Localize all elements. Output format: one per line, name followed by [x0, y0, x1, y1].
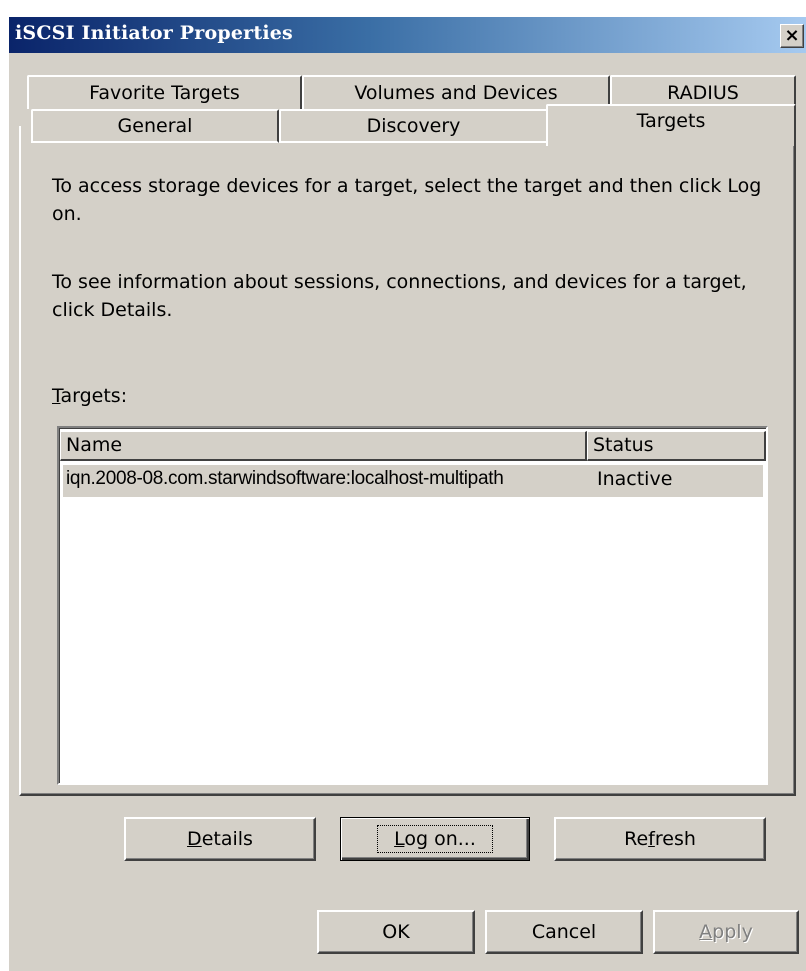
tab-favorite-targets[interactable]: Favorite Targets	[27, 75, 302, 109]
window-title: iSCSI Initiator Properties	[15, 22, 293, 44]
details-accelerator: D	[187, 828, 202, 850]
tab-label: Discovery	[366, 115, 461, 137]
target-name-cell: iqn.2008-08.com.starwindsoftware:localho…	[66, 468, 504, 489]
close-button[interactable]: ×	[780, 24, 804, 48]
tab-label: Volumes and Devices	[354, 82, 558, 104]
apply-button-label: Apply	[699, 921, 753, 943]
tab-general[interactable]: General	[31, 109, 279, 143]
log-on-button-label: Log on...	[377, 825, 493, 853]
column-header-label: Name	[66, 434, 123, 456]
details-button[interactable]: Details	[124, 817, 316, 861]
details-button-label: Details	[187, 828, 253, 850]
table-row[interactable]: iqn.2008-08.com.starwindsoftware:localho…	[63, 465, 763, 497]
refresh-accelerator: f	[648, 828, 655, 850]
tab-label: RADIUS	[667, 82, 739, 104]
apply-accelerator: A	[699, 921, 713, 943]
refresh-text-rest: resh	[654, 828, 696, 850]
column-header-label: Status	[593, 434, 654, 456]
column-header-name[interactable]: Name	[60, 431, 587, 461]
column-header-status[interactable]: Status	[587, 431, 766, 461]
targets-list[interactable]: Name Status iqn.2008-08.com.starwindsoft…	[57, 426, 768, 785]
refresh-text-pre: Re	[624, 828, 649, 850]
ok-button[interactable]: OK	[317, 910, 475, 954]
cancel-button-label: Cancel	[531, 921, 597, 943]
cancel-button[interactable]: Cancel	[485, 910, 643, 954]
target-status-cell: Inactive	[597, 468, 673, 490]
targets-list-frame: Name Status iqn.2008-08.com.starwindsoft…	[59, 428, 766, 783]
refresh-button-label: Refresh	[624, 828, 696, 850]
tab-label: Targets	[636, 110, 706, 132]
log-on-text: og on...	[404, 828, 476, 850]
tab-targets[interactable]: Targets	[546, 104, 796, 146]
apply-button[interactable]: Apply	[653, 910, 799, 954]
instruction-details: To see information about sessions, conne…	[52, 271, 747, 321]
close-icon: ×	[784, 25, 800, 46]
title-bar[interactable]: iSCSI Initiator Properties ×	[9, 17, 806, 53]
refresh-button[interactable]: Refresh	[554, 817, 766, 861]
tab-discovery[interactable]: Discovery	[279, 109, 548, 143]
tab-label: Favorite Targets	[89, 82, 240, 104]
targets-label-text: argets:	[60, 385, 128, 407]
tab-label: General	[117, 115, 193, 137]
log-on-accelerator: L	[394, 828, 405, 850]
details-text: etails	[201, 828, 253, 850]
ok-button-label: OK	[382, 921, 410, 943]
instruction-logon: To access storage devices for a target, …	[52, 175, 762, 225]
apply-text: pply	[712, 921, 753, 943]
log-on-button[interactable]: Log on...	[340, 817, 530, 861]
targets-label: Targets:	[52, 385, 127, 407]
